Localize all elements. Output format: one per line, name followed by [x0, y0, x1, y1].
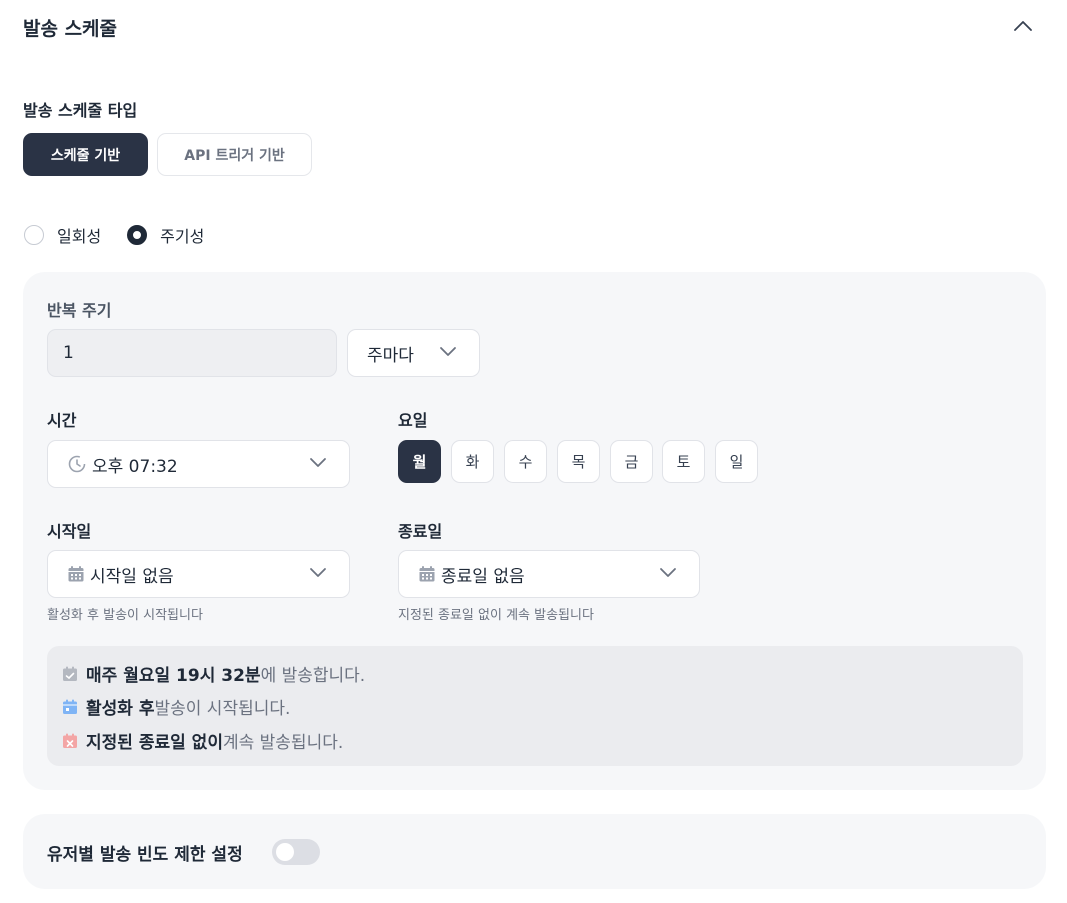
- schedule-summary: 매주 월요일 19시 32분 에 발송합니다. 활성화 후 발송이 시작됩니다. …: [47, 646, 1023, 766]
- start-date-label: 시작일: [47, 522, 92, 541]
- calendar-x-icon: [63, 733, 77, 748]
- repeat-unit-select[interactable]: 주마다: [347, 329, 480, 377]
- frequency-limit-toggle[interactable]: [272, 839, 320, 865]
- recurring-label: 주기성: [160, 227, 205, 246]
- radio-on-indicator: [127, 225, 148, 245]
- recurring-radio[interactable]: 주기성: [127, 223, 204, 247]
- day-thu-button[interactable]: 목: [557, 440, 600, 483]
- summary-line-schedule: 매주 월요일 19시 32분 에 발송합니다.: [62, 661, 365, 686]
- end-date-select[interactable]: 종료일 없음: [398, 550, 700, 598]
- calendar-icon: [419, 566, 435, 582]
- chevron-down-icon: [310, 458, 326, 467]
- start-date-select[interactable]: 시작일 없음: [47, 550, 350, 598]
- end-date-value: 종료일 없음: [441, 566, 525, 587]
- day-tue-button[interactable]: 화: [451, 440, 494, 483]
- clock-icon: [68, 455, 86, 473]
- summary-end-text: 계속 발송됩니다.: [222, 733, 344, 753]
- day-fri-button[interactable]: 금: [610, 440, 653, 483]
- repeat-label: 반복 주기: [47, 301, 112, 320]
- frequency-radio-group: 일회성 주기성: [24, 223, 230, 247]
- end-date-label: 종료일: [398, 522, 443, 541]
- time-value: 오후 07:32: [92, 456, 178, 477]
- chevron-up-icon: [1014, 21, 1032, 31]
- chevron-down-icon: [660, 568, 676, 577]
- day-mon-button[interactable]: 월: [398, 440, 441, 483]
- end-date-helper: 지정된 종료일 없이 계속 발송됩니다: [398, 608, 594, 623]
- summary-start-text: 발송이 시작됩니다.: [154, 699, 291, 719]
- day-sat-button[interactable]: 토: [662, 440, 705, 483]
- summary-start-bold: 활성화 후: [86, 699, 155, 719]
- radio-off-indicator: [24, 225, 44, 245]
- day-wed-button[interactable]: 수: [504, 440, 547, 483]
- collapse-button[interactable]: [1009, 12, 1037, 40]
- api-trigger-button[interactable]: API 트리거 기반: [157, 133, 312, 176]
- schedule-type-label: 발송 스케줄 타입: [23, 101, 138, 120]
- chevron-down-icon: [310, 568, 326, 577]
- calendar-start-icon: [63, 699, 77, 714]
- repeat-unit-value: 주마다: [367, 345, 414, 366]
- schedule-based-button[interactable]: 스케줄 기반: [23, 133, 148, 176]
- day-sun-button[interactable]: 일: [715, 440, 758, 483]
- one-time-radio[interactable]: 일회성: [24, 223, 101, 247]
- calendar-check-icon: [63, 666, 77, 681]
- one-time-label: 일회성: [57, 227, 102, 246]
- frequency-limit-label: 유저별 발송 빈도 제한 설정: [47, 845, 243, 865]
- toggle-knob: [276, 843, 294, 861]
- section-title: 발송 스케줄: [23, 18, 118, 40]
- weekday-label: 요일: [398, 411, 428, 430]
- repeat-interval-input[interactable]: 1: [47, 329, 337, 377]
- summary-end-bold: 지정된 종료일 없이: [86, 733, 223, 753]
- calendar-icon: [68, 566, 84, 582]
- summary-line-start: 활성화 후 발송이 시작됩니다.: [62, 694, 290, 719]
- summary-schedule-bold: 매주 월요일 19시 32분: [86, 666, 261, 686]
- summary-line-end: 지정된 종료일 없이 계속 발송됩니다.: [62, 728, 343, 753]
- chevron-down-icon: [440, 347, 456, 356]
- start-date-value: 시작일 없음: [90, 566, 174, 587]
- time-select[interactable]: 오후 07:32: [47, 440, 350, 488]
- start-date-helper: 활성화 후 발송이 시작됩니다: [47, 608, 203, 623]
- summary-schedule-text: 에 발송합니다.: [260, 666, 366, 686]
- repeat-interval-value: 1: [63, 343, 74, 363]
- time-label: 시간: [47, 411, 77, 430]
